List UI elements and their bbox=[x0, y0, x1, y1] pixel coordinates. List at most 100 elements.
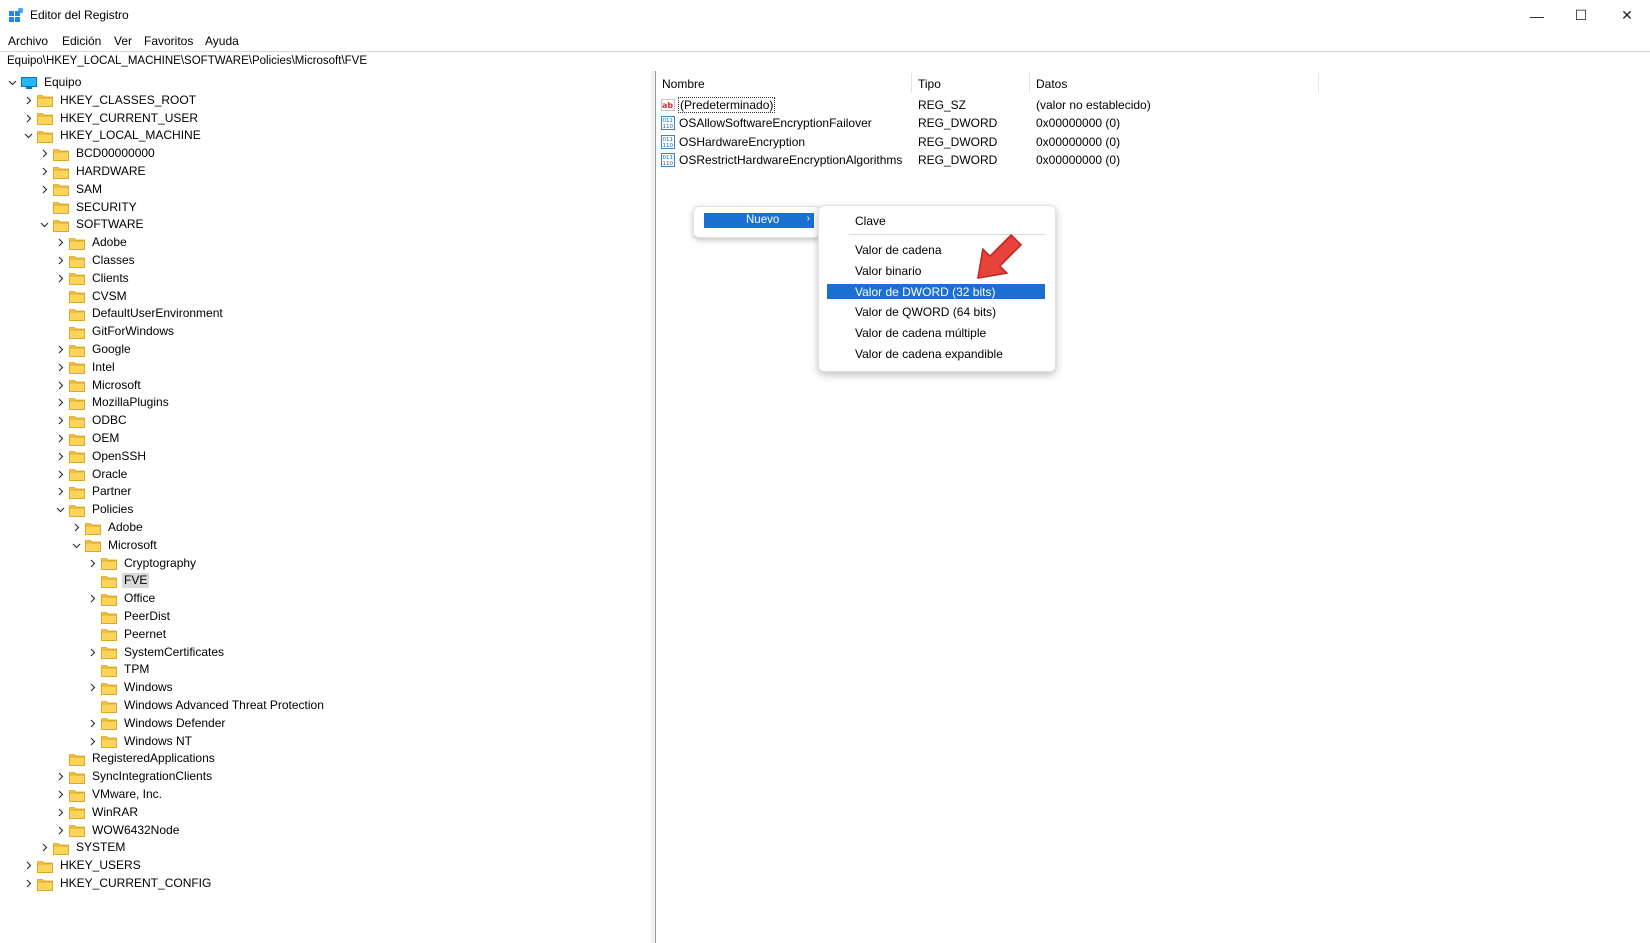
value-row[interactable]: ab (Predeterminado) REG_SZ (valor no establ… bbox=[656, 96, 1650, 115]
chevron-right-icon[interactable] bbox=[22, 92, 34, 109]
tree-node[interactable]: DefaultUserEnvironment bbox=[54, 305, 225, 322]
context-menu-item-nuevo[interactable]: Nuevo › bbox=[704, 213, 814, 228]
tree-node[interactable]: Adobe bbox=[70, 519, 145, 536]
tree-node[interactable]: HKEY_USERS bbox=[22, 857, 143, 874]
tree-node[interactable]: TPM bbox=[86, 661, 151, 678]
tree-node[interactable]: Partner bbox=[54, 483, 133, 500]
tree-node[interactable]: CVSM bbox=[54, 288, 129, 305]
chevron-right-icon[interactable] bbox=[22, 857, 34, 874]
chevron-right-icon[interactable] bbox=[54, 270, 66, 287]
menu-ver[interactable]: Ver bbox=[114, 34, 132, 48]
tree-node[interactable]: Oracle bbox=[54, 466, 129, 483]
chevron-right-icon[interactable] bbox=[86, 590, 98, 607]
chevron-right-icon[interactable] bbox=[86, 555, 98, 572]
tree-node[interactable]: SystemCertificates bbox=[86, 644, 226, 661]
tree-node[interactable]: OpenSSH bbox=[54, 448, 148, 465]
tree-node[interactable]: WOW6432Node bbox=[54, 822, 181, 839]
chevron-right-icon[interactable] bbox=[38, 181, 50, 198]
chevron-right-icon[interactable] bbox=[54, 412, 66, 429]
submenu-item-valor-cadena-expandible[interactable]: Valor de cadena expandible bbox=[827, 346, 1045, 361]
menu-edicion[interactable]: Edición bbox=[62, 34, 101, 48]
tree-node[interactable]: Google bbox=[54, 341, 133, 358]
chevron-right-icon[interactable] bbox=[22, 110, 34, 127]
submenu-item-valor-qword[interactable]: Valor de QWORD (64 bits) bbox=[827, 304, 1045, 319]
chevron-right-icon[interactable] bbox=[86, 715, 98, 732]
column-header-type[interactable]: Tipo bbox=[912, 73, 1030, 93]
chevron-right-icon[interactable] bbox=[54, 430, 66, 447]
chevron-right-icon[interactable] bbox=[54, 341, 66, 358]
tree-node[interactable]: Classes bbox=[54, 252, 137, 269]
tree-node[interactable]: Microsoft bbox=[54, 377, 143, 394]
tree-node[interactable]: BCD00000000 bbox=[38, 145, 157, 162]
tree-node[interactable]: HKEY_CLASSES_ROOT bbox=[22, 92, 198, 109]
tree-node[interactable]: MozillaPlugins bbox=[54, 394, 171, 411]
chevron-right-icon[interactable] bbox=[54, 359, 66, 376]
tree-node[interactable]: SYSTEM bbox=[38, 839, 127, 856]
chevron-right-icon[interactable] bbox=[86, 644, 98, 661]
menu-favoritos[interactable]: Favoritos bbox=[144, 34, 193, 48]
menu-ayuda[interactable]: Ayuda bbox=[205, 34, 239, 48]
chevron-down-icon[interactable] bbox=[70, 537, 82, 554]
tree-node[interactable]: Clients bbox=[54, 270, 131, 287]
tree-node[interactable]: Peernet bbox=[86, 626, 168, 643]
chevron-right-icon[interactable] bbox=[86, 733, 98, 750]
tree-node[interactable]: Adobe bbox=[54, 234, 129, 251]
tree-node[interactable]: Windows bbox=[86, 679, 175, 696]
values-list-pane[interactable]: Nombre Tipo Datos bbox=[656, 71, 1650, 943]
chevron-right-icon[interactable] bbox=[54, 822, 66, 839]
chevron-right-icon[interactable] bbox=[54, 377, 66, 394]
tree-node[interactable]: VMware, Inc. bbox=[54, 786, 164, 803]
chevron-down-icon[interactable] bbox=[22, 127, 34, 144]
tree-node[interactable]: HKEY_CURRENT_CONFIG bbox=[22, 875, 213, 892]
tree-node[interactable]: ODBC bbox=[54, 412, 129, 429]
tree-node[interactable]: Windows Advanced Threat Protection bbox=[86, 697, 326, 714]
chevron-right-icon[interactable] bbox=[38, 839, 50, 856]
chevron-right-icon[interactable] bbox=[54, 466, 66, 483]
tree-node[interactable]: HKEY_LOCAL_MACHINE bbox=[22, 127, 203, 144]
close-button[interactable]: ✕ bbox=[1604, 0, 1650, 31]
maximize-button[interactable]: ☐ bbox=[1558, 0, 1604, 31]
menu-archivo[interactable]: Archivo bbox=[8, 34, 48, 48]
chevron-right-icon[interactable] bbox=[54, 804, 66, 821]
submenu-item-valor-cadena-multiple[interactable]: Valor de cadena múltiple bbox=[827, 325, 1045, 340]
chevron-down-icon[interactable] bbox=[54, 501, 66, 518]
column-header-data[interactable]: Datos bbox=[1030, 73, 1319, 93]
chevron-right-icon[interactable] bbox=[54, 234, 66, 251]
chevron-right-icon[interactable] bbox=[54, 448, 66, 465]
tree-node[interactable]: Office bbox=[86, 590, 157, 607]
address-bar[interactable]: Equipo\HKEY_LOCAL_MACHINE\SOFTWARE\Polic… bbox=[0, 51, 1650, 72]
tree-node[interactable]: Windows Defender bbox=[86, 715, 227, 732]
tree-node[interactable]: Equipo bbox=[6, 74, 83, 91]
submenu-item-clave[interactable]: Clave bbox=[827, 213, 1045, 228]
tree-node[interactable]: SOFTWARE bbox=[38, 216, 146, 233]
chevron-right-icon[interactable] bbox=[54, 252, 66, 269]
tree-node[interactable]: PeerDist bbox=[86, 608, 172, 625]
tree-node[interactable]: SAM bbox=[38, 181, 104, 198]
chevron-down-icon[interactable] bbox=[6, 74, 18, 91]
tree-node[interactable]: Microsoft bbox=[70, 537, 159, 554]
tree-node[interactable]: RegisteredApplications bbox=[54, 750, 217, 767]
value-row[interactable]: 011 110 OSAllowSoftwareEncryptionFailover R… bbox=[656, 114, 1650, 133]
tree-node[interactable]: Intel bbox=[54, 359, 117, 376]
tree-node[interactable]: Cryptography bbox=[86, 555, 198, 572]
tree-node[interactable]: SyncIntegrationClients bbox=[54, 768, 214, 785]
chevron-down-icon[interactable] bbox=[38, 216, 50, 233]
key-tree-pane[interactable]: Equipo HKEY_CLASSES_ROOT HKEY_CURRENT_USER… bbox=[0, 71, 652, 943]
chevron-right-icon[interactable] bbox=[54, 786, 66, 803]
chevron-right-icon[interactable] bbox=[70, 519, 82, 536]
tree-node[interactable]: FVE bbox=[86, 572, 150, 589]
tree-node[interactable]: OEM bbox=[54, 430, 121, 447]
value-row[interactable]: 011 110 OSRestrictHardwareEncryptionAlgori… bbox=[656, 151, 1650, 170]
chevron-right-icon[interactable] bbox=[86, 679, 98, 696]
minimize-button[interactable]: — bbox=[1514, 0, 1560, 31]
value-row[interactable]: 011 110 OSHardwareEncryption REG_DWORD 0x000… bbox=[656, 133, 1650, 152]
chevron-right-icon[interactable] bbox=[54, 768, 66, 785]
tree-node[interactable]: HKEY_CURRENT_USER bbox=[22, 110, 200, 127]
chevron-right-icon[interactable] bbox=[22, 875, 34, 892]
chevron-right-icon[interactable] bbox=[38, 163, 50, 180]
tree-node[interactable]: GitForWindows bbox=[54, 323, 176, 340]
chevron-right-icon[interactable] bbox=[38, 145, 50, 162]
tree-node[interactable]: HARDWARE bbox=[38, 163, 148, 180]
chevron-right-icon[interactable] bbox=[54, 394, 66, 411]
column-header-name[interactable]: Nombre bbox=[656, 73, 912, 93]
